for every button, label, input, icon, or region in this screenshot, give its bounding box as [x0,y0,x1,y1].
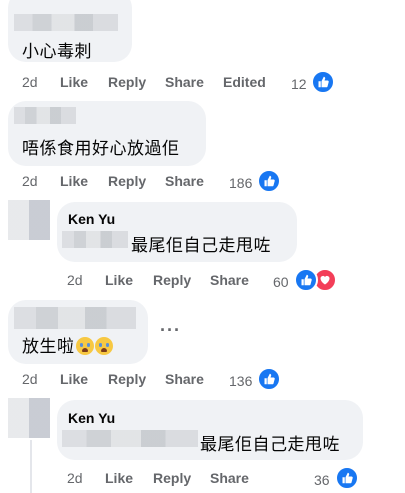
like-icon[interactable] [257,169,281,193]
share-button[interactable]: Share [165,371,204,387]
reaction-count[interactable]: 60 [273,274,289,290]
share-button[interactable]: Share [165,173,204,189]
crying-face-emoji [75,337,94,355]
share-button[interactable]: Share [210,470,249,486]
comment-text: 唔係食用好心放過佢 [22,139,180,158]
share-button[interactable]: Share [165,74,204,90]
comment-text-content: 放生啦 [22,337,75,356]
share-button[interactable]: Share [210,272,249,288]
reaction-count[interactable]: 136 [229,373,252,389]
like-button[interactable]: Like [60,74,88,90]
more-options-button[interactable]: ··· [160,320,181,341]
comment-actions: 2d Like Reply Share [67,272,287,290]
reply-button[interactable]: Reply [108,371,146,387]
comment-actions: 2d Like Reply Share [67,470,287,488]
reaction-count[interactable]: 36 [314,472,330,488]
timestamp[interactable]: 2d [22,74,38,90]
reaction-count[interactable]: 186 [229,175,252,191]
comment-actions: 2d Like Reply Share Edited [22,74,302,92]
reaction-count[interactable]: 12 [291,76,307,92]
edited-label[interactable]: Edited [223,74,266,90]
blurred-author-name [14,107,76,124]
reply-button[interactable]: Reply [108,74,146,90]
like-icon[interactable] [294,268,318,292]
blurred-author-name [14,307,136,329]
like-icon[interactable] [335,466,359,490]
blurred-mention [62,430,198,447]
reply-button[interactable]: Reply [108,173,146,189]
like-icon[interactable] [257,367,281,391]
author-name[interactable]: Ken Yu [68,211,115,227]
blurred-mention [62,231,128,248]
avatar[interactable] [8,398,50,438]
like-button[interactable]: Like [105,272,133,288]
author-name[interactable]: Ken Yu [68,410,115,426]
comment-text: 小心毒刺 [22,42,92,61]
like-button[interactable]: Like [60,371,88,387]
like-button[interactable]: Like [105,470,133,486]
blurred-author-name [14,14,118,31]
timestamp[interactable]: 2d [67,272,83,288]
reply-button[interactable]: Reply [153,470,191,486]
comment-text: 放生啦 [22,332,113,357]
timestamp[interactable]: 2d [67,470,83,486]
timestamp[interactable]: 2d [22,173,38,189]
crying-face-emoji [94,337,113,355]
like-button[interactable]: Like [60,173,88,189]
comment-text: 最尾佢自己走甩咗 [131,236,271,255]
thread-line [30,440,32,493]
comment-actions: 2d Like Reply Share [22,173,252,191]
avatar[interactable] [8,200,50,240]
comment-actions: 2d Like Reply Share [22,371,252,389]
like-icon[interactable] [311,70,335,94]
timestamp[interactable]: 2d [22,371,38,387]
comment-text: 最尾佢自己走甩咗 [200,435,340,454]
reply-button[interactable]: Reply [153,272,191,288]
